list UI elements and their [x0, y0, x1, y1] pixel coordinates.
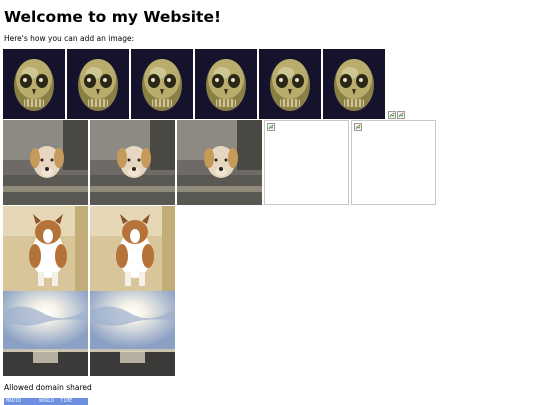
dog-couch-image — [90, 120, 175, 205]
jumping-dog-image — [90, 206, 175, 291]
intro-text: Here's how you can add an image: — [4, 34, 135, 43]
broken-image-frame — [351, 120, 436, 205]
image-row-sunsets — [3, 291, 177, 376]
world-time-banner[interactable]: MADID WORLD TIME — [4, 398, 88, 405]
page-title: Welcome to my Website! — [4, 8, 222, 26]
image-row-skulls — [3, 49, 405, 119]
broken-image-frame — [264, 120, 349, 205]
image-row-jumping-dogs — [3, 206, 177, 291]
skull-image — [131, 49, 193, 119]
skull-image — [195, 49, 257, 119]
page: { "page": { "heading": "Welcome to my We… — [0, 0, 540, 405]
dog-couch-image — [3, 120, 88, 205]
skull-image — [259, 49, 321, 119]
skull-image — [323, 49, 385, 119]
broken-image-icon — [388, 111, 396, 119]
sunset-image — [90, 291, 175, 376]
image-row-dogs — [3, 120, 438, 205]
domain-caption: Allowed domain shared — [4, 383, 92, 392]
sunset-image — [3, 291, 88, 376]
skull-image — [67, 49, 129, 119]
skull-image — [3, 49, 65, 119]
broken-image-icon — [267, 123, 275, 131]
dog-couch-image — [177, 120, 262, 205]
broken-image-icon — [397, 111, 405, 119]
jumping-dog-image — [3, 206, 88, 291]
broken-image-icon — [354, 123, 362, 131]
